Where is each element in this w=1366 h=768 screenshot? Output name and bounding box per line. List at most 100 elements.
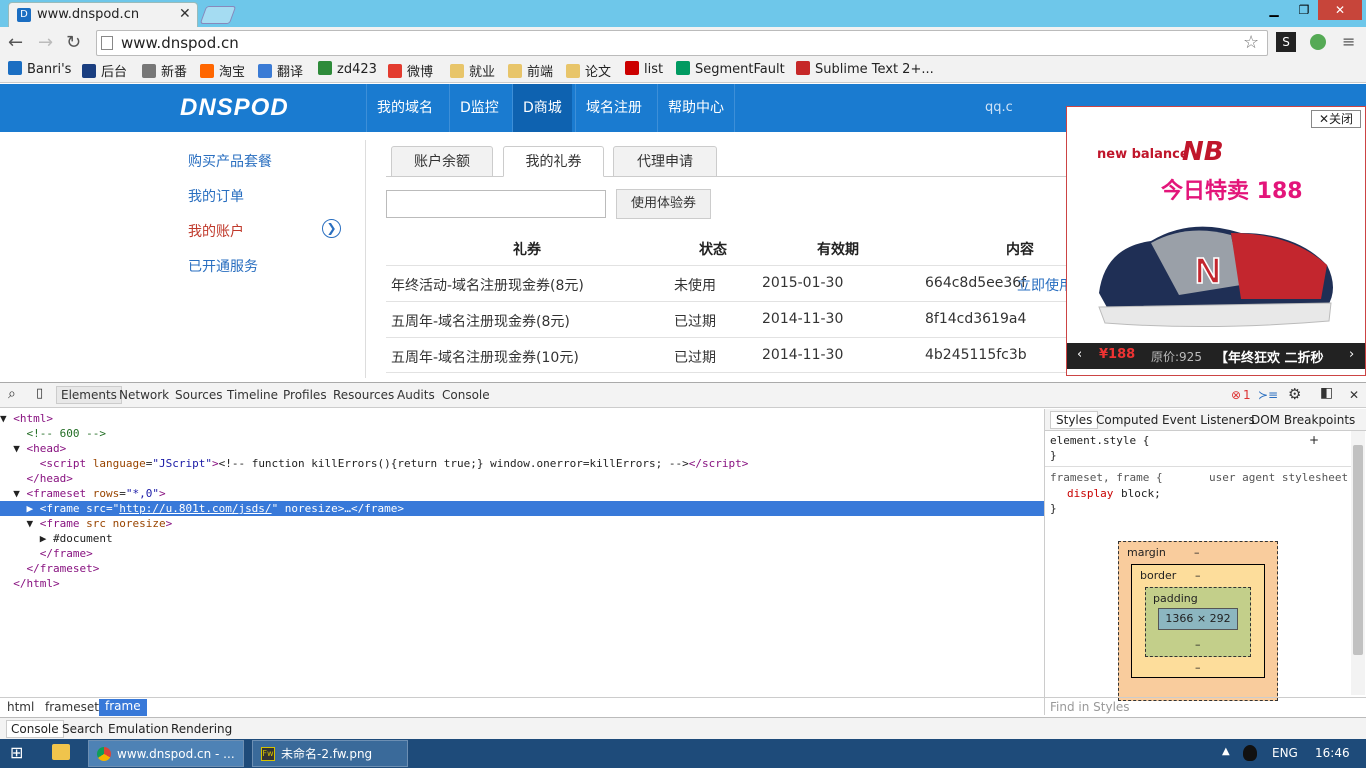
inspect-icon[interactable]: ⌕ <box>8 386 16 402</box>
taskbar-item-chrome[interactable]: www.dnspod.cn - ... <box>88 740 244 767</box>
qq-penguin-icon[interactable] <box>1243 745 1257 761</box>
devtools-tab-network[interactable]: Network <box>119 388 169 402</box>
shoe-image[interactable]: N <box>1091 203 1341 333</box>
chevron-right-icon[interactable]: ❯ <box>322 219 341 238</box>
device-mode-icon[interactable]: ▯ <box>36 386 43 401</box>
back-icon[interactable]: ← <box>8 32 23 53</box>
bookmark-item[interactable]: list <box>625 61 663 77</box>
start-windows-icon[interactable]: ⊞ <box>10 743 23 762</box>
styles-scrollbar[interactable] <box>1351 431 1365 695</box>
bookmark-item[interactable]: zd423 <box>318 61 377 77</box>
sidebar-item-my-orders[interactable]: 我的订单 <box>188 186 244 206</box>
dom-line[interactable]: ▼ <frameset rows="*,0"> <box>0 486 1044 501</box>
dom-line[interactable]: ▼ <frame src noresize> <box>0 516 1044 531</box>
maximize-icon[interactable]: ❐ <box>1290 0 1318 20</box>
bookmark-item[interactable]: 就业 <box>450 61 495 80</box>
tab-computed[interactable]: Computed <box>1096 413 1158 427</box>
nav-help-center[interactable]: 帮助中心 <box>657 84 735 132</box>
devtools-tab-elements[interactable]: Elements <box>56 386 122 404</box>
drawer-tab-search[interactable]: Search <box>62 722 103 736</box>
devtools-tab-profiles[interactable]: Profiles <box>283 388 327 402</box>
settings-gear-icon[interactable]: ⚙ <box>1288 385 1301 403</box>
reload-icon[interactable]: ↻ <box>66 32 81 53</box>
bookmark-item[interactable]: 前端 <box>508 61 553 80</box>
use-coupon-button[interactable]: 使用体验券 <box>616 189 711 219</box>
find-in-styles-placeholder[interactable]: Find in Styles <box>1050 700 1130 714</box>
address-bar[interactable]: www.dnspod.cn ☆ <box>96 30 1268 56</box>
extension-green-icon[interactable] <box>1310 34 1326 50</box>
bookmark-item[interactable]: 淘宝 <box>200 61 245 80</box>
bookmark-item[interactable]: 论文 <box>566 61 611 80</box>
nav-my-domains[interactable]: 我的域名 <box>366 84 443 132</box>
nav-d-store[interactable]: D商城 <box>512 84 572 132</box>
bookmark-star-icon[interactable]: ☆ <box>1243 32 1259 53</box>
input-language[interactable]: ENG <box>1272 746 1298 760</box>
tab-agent-apply[interactable]: 代理申请 <box>613 146 717 177</box>
url-text[interactable]: www.dnspod.cn <box>121 34 239 52</box>
devtools-tab-sources[interactable]: Sources <box>175 388 222 402</box>
use-now-link[interactable]: 立即使用 <box>1017 275 1073 295</box>
dom-line[interactable]: ▼ <html> <box>0 411 1044 426</box>
ad-close-button[interactable]: ✕关闭 <box>1311 110 1361 128</box>
minimize-icon[interactable]: ▁ <box>1260 0 1288 20</box>
user-email[interactable]: qq.c <box>985 100 1013 115</box>
drawer-tab-console[interactable]: Console <box>6 720 64 738</box>
find-in-styles[interactable]: Find in Styles <box>1045 697 1366 715</box>
use-now-link-text[interactable]: 立即使用 <box>1017 278 1073 294</box>
devtools-tab-resources[interactable]: Resources <box>333 388 394 402</box>
tab-my-coupons[interactable]: 我的礼券 <box>503 146 604 177</box>
extension-s-icon[interactable]: S <box>1276 32 1296 52</box>
nav-d-monitor[interactable]: D监控 <box>449 84 509 132</box>
dom-line[interactable]: <script language="JScript"><!-- function… <box>0 456 1044 471</box>
devtools-tab-console[interactable]: Console <box>442 388 490 402</box>
scroll-thumb[interactable] <box>1353 445 1363 655</box>
explorer-folder-icon[interactable] <box>52 744 70 760</box>
new-tab-button[interactable] <box>199 6 237 24</box>
ad-next-icon[interactable]: › <box>1349 347 1354 362</box>
bookmark-item[interactable]: Sublime Text 2+... <box>796 61 934 77</box>
tab-styles[interactable]: Styles <box>1050 411 1099 429</box>
bookmark-item[interactable]: 新番 <box>142 61 187 80</box>
forward-icon[interactable]: → <box>38 32 53 53</box>
rule-property[interactable]: display <box>1067 487 1113 500</box>
devtools-tab-audits[interactable]: Audits <box>397 388 435 402</box>
dock-icon[interactable]: ◧ <box>1320 385 1333 401</box>
sidebar-item-my-account[interactable]: 我的账户 <box>188 221 244 241</box>
crumb-frame[interactable]: frame <box>99 699 147 716</box>
dom-line[interactable]: </head> <box>0 471 1044 486</box>
bookmark-item[interactable]: 后台 <box>82 61 127 80</box>
dom-line[interactable]: </html> <box>0 576 1044 591</box>
dom-line[interactable]: ▶ #document <box>0 531 1044 546</box>
tab-account-balance[interactable]: 账户余额 <box>391 146 493 177</box>
crumb-html[interactable]: html <box>7 700 34 714</box>
bookmark-item[interactable]: 翻译 <box>258 61 303 80</box>
element-style[interactable]: element.style { <box>1050 434 1149 447</box>
dom-line[interactable]: </frameset> <box>0 561 1044 576</box>
devtools-tab-timeline[interactable]: Timeline <box>227 388 278 402</box>
dnspod-logo[interactable]: DNSPOD <box>180 94 289 122</box>
browser-tab[interactable]: D www.dnspod.cn ✕ <box>8 2 198 27</box>
rule-selector[interactable]: frameset, frame { <box>1050 471 1163 484</box>
chrome-menu-icon[interactable]: ≡ <box>1342 32 1355 51</box>
clock[interactable]: 16:46 <box>1315 746 1350 760</box>
tab-close-icon[interactable]: ✕ <box>179 6 191 22</box>
box-model-content[interactable]: 1366 × 292 <box>1158 608 1238 630</box>
sidebar-item-services[interactable]: 已开通服务 <box>188 256 258 276</box>
bookmark-item[interactable]: Banri's <box>8 61 71 77</box>
error-count[interactable]: 1 <box>1243 388 1251 402</box>
dom-line-selected[interactable]: ▶ <frame src="http://u.801t.com/jsds/" n… <box>0 501 1044 516</box>
devtools-close-icon[interactable]: ✕ <box>1349 388 1359 402</box>
crumb-frameset[interactable]: frameset <box>45 700 99 714</box>
bookmark-item[interactable]: SegmentFault <box>676 61 785 77</box>
coupon-input[interactable] <box>386 190 606 218</box>
dom-line[interactable]: <!-- 600 --> <box>0 426 1044 441</box>
error-icon[interactable]: ⊗ <box>1231 388 1241 402</box>
dom-line[interactable]: </frame> <box>0 546 1044 561</box>
bookmark-item[interactable]: 微博 <box>388 61 433 80</box>
dom-line[interactable]: ▼ <head> <box>0 441 1044 456</box>
window-close-icon[interactable]: ✕ <box>1318 0 1362 20</box>
drawer-tab-rendering[interactable]: Rendering <box>171 722 232 736</box>
nav-domain-register[interactable]: 域名注册 <box>575 84 652 132</box>
tray-arrow-icon[interactable]: ▲ <box>1222 746 1230 757</box>
add-rule-icon[interactable]: + <box>1309 433 1319 447</box>
